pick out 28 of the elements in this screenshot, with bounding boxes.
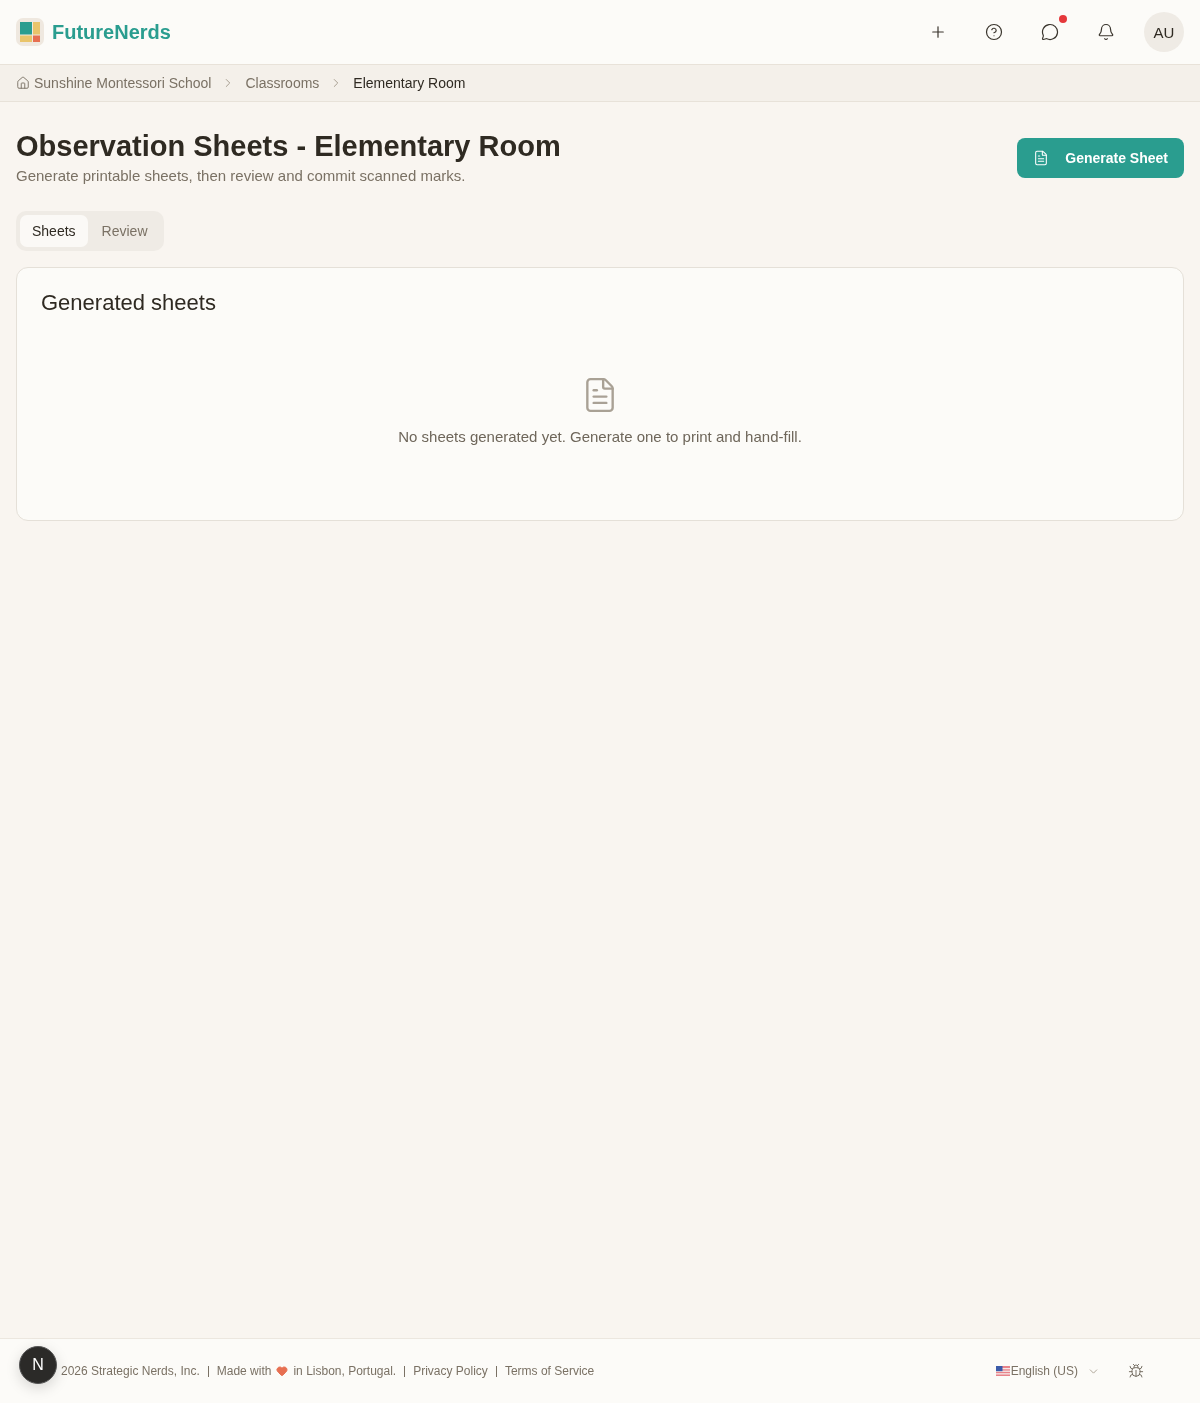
copyright-text: 2026 Strategic Nerds, Inc. [61,1364,200,1378]
footer-link[interactable]: Terms of Service [504,1364,595,1378]
page-subtitle: Generate printable sheets, then review and commit scanned marks. [16,167,467,184]
location-text: in Lisbon, Portugal. [293,1364,397,1378]
generate-sheet-button[interactable]: Generate Sheet [1017,138,1184,178]
breadcrumb-item[interactable]: Sunshine Montessori School [16,75,212,91]
speech-bubble-icon [1041,23,1059,41]
breadcrumb-item[interactable]: Elementary Room [353,75,466,91]
breadcrumb-item[interactable]: Classrooms [245,75,320,91]
footer-link[interactable]: Privacy Policy [413,1364,488,1378]
home-icon [16,76,30,90]
heart-icon [276,1365,289,1377]
document-icon [1033,150,1050,166]
bug-icon[interactable] [1128,1363,1144,1379]
user-avatar[interactable]: AU [1144,12,1184,52]
brand-name[interactable]: FutureNerds [52,20,171,44]
language-selector[interactable]: English (US) [995,1364,1100,1378]
help-icon [985,23,1003,41]
bell-icon [1097,23,1115,41]
plus-icon [929,23,947,41]
flag-icon [995,1366,1010,1376]
card-title: Generated sheets [41,290,217,316]
made-with-text: Made with [216,1364,272,1378]
empty-state-message: No sheets generated yet. Generate one to print and hand-fill. [398,428,802,445]
tab[interactable]: Sheets [20,215,88,247]
tab[interactable]: Review [89,215,160,247]
logo-icon [16,18,44,46]
page-title: Observation Sheets - Elementary Room [16,129,561,163]
